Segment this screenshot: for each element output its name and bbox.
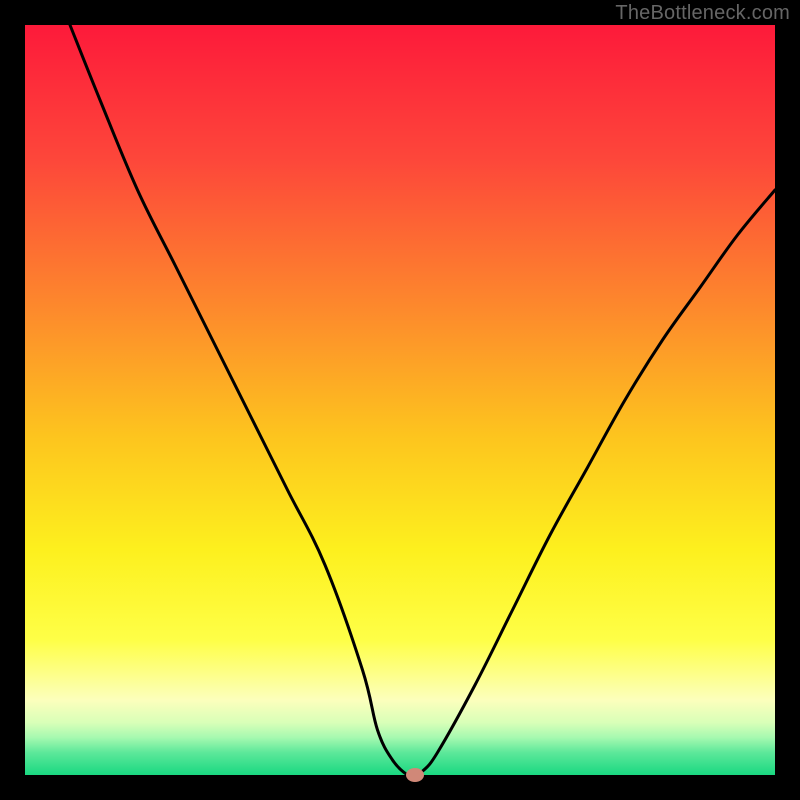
watermark-text: TheBottleneck.com <box>615 2 790 25</box>
plot-area <box>25 25 775 775</box>
optimum-marker <box>406 768 424 782</box>
bottleneck-chart <box>0 0 800 800</box>
